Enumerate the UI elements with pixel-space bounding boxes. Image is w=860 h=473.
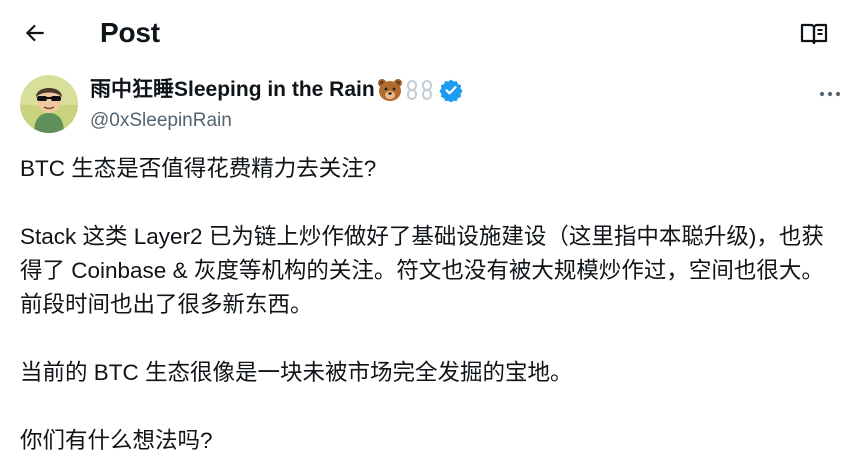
top-bar: Post [0, 0, 860, 68]
page-title: Post [100, 17, 160, 48]
post-text: BTC 生态是否值得花费精力去关注? Stack 这类 Layer2 已为链上炒… [20, 152, 840, 458]
chain-link-emoji [405, 78, 437, 102]
more-options-button[interactable] [816, 82, 844, 106]
reader-mode-button[interactable] [798, 18, 830, 50]
post-paragraph: 你们有什么想法吗? [20, 428, 213, 453]
post-paragraph: BTC 生态是否值得花费精力去关注? [20, 156, 377, 181]
back-button[interactable] [18, 16, 52, 50]
bear-face-emoji [377, 78, 403, 102]
post-author: 雨中狂睡Sleeping in the Rain @0xSleepinRain [20, 72, 841, 136]
arrow-left-icon [25, 24, 44, 42]
post-paragraph: Stack 这类 Layer2 已为链上炒作做好了基础设施建设（这里指中本聪升级… [20, 224, 824, 317]
verified-badge-icon[interactable] [439, 78, 463, 102]
user-handle[interactable]: @0xSleepinRain [90, 108, 232, 134]
post-paragraph: 当前的 BTC 生态很像是一块未被市场完全发掘的宝地。 [20, 360, 573, 385]
display-name[interactable]: 雨中狂睡Sleeping in the Rain [90, 76, 375, 104]
open-book-icon [800, 23, 828, 45]
avatar[interactable] [20, 75, 78, 133]
name-row: 雨中狂睡Sleeping in the Rain [90, 76, 463, 104]
more-horizontal-icon [819, 91, 841, 97]
